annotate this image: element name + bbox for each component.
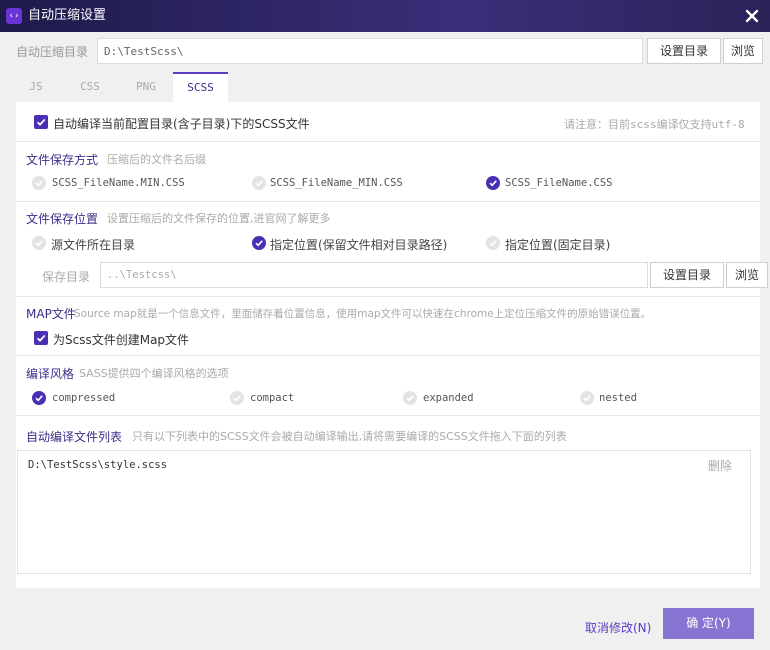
utf8-notice: 请注意：目前scss编译仅支持utf-8 bbox=[564, 118, 745, 131]
cancel-changes-button[interactable]: 取消修改(N) bbox=[585, 619, 651, 636]
style-nested-label[interactable]: nested bbox=[599, 392, 637, 404]
browse-save-dir-button[interactable]: 浏览 bbox=[726, 262, 768, 288]
tab-png[interactable]: PNG bbox=[124, 72, 168, 102]
auto-compile-checkbox[interactable] bbox=[34, 115, 48, 129]
delete-button[interactable]: 删除 bbox=[708, 457, 732, 474]
suffix-min-underscore-radio[interactable] bbox=[252, 176, 266, 190]
divider bbox=[16, 355, 760, 356]
auto-compile-label[interactable]: 自动编译当前配置目录(含子目录)下的SCSS文件 bbox=[53, 115, 310, 132]
style-expanded-radio[interactable] bbox=[403, 391, 417, 405]
style-compressed-radio[interactable] bbox=[32, 391, 46, 405]
window-title: 自动压缩设置 bbox=[28, 8, 107, 23]
suffix-min-dot-label[interactable]: SCSS_FileName.MIN.CSS bbox=[52, 177, 185, 189]
save-dir-input[interactable]: ..\Testcss\ bbox=[100, 262, 648, 288]
set-save-dir-button[interactable]: 设置目录 bbox=[650, 262, 724, 288]
scss-settings-panel: 自动编译当前配置目录(含子目录)下的SCSS文件 请注意：目前scss编译仅支持… bbox=[16, 102, 768, 588]
directory-input[interactable]: D:\TestScss\ bbox=[97, 38, 643, 64]
save-location-hint: 设置压缩后的文件保存的位置,进官网了解更多 bbox=[107, 212, 331, 225]
divider bbox=[16, 296, 760, 297]
location-fixed-label[interactable]: 指定位置(固定目录) bbox=[505, 236, 610, 253]
location-source-radio[interactable] bbox=[32, 236, 46, 250]
browse-button[interactable]: 浏览 bbox=[723, 38, 763, 64]
list-item[interactable]: D:\TestScss\style.scss bbox=[28, 459, 167, 471]
code-icon: ‹› bbox=[6, 8, 22, 24]
title-bar: ‹› 自动压缩设置 bbox=[0, 0, 770, 32]
ok-button[interactable]: 确 定(Y) bbox=[663, 608, 754, 639]
compile-style-title: 编译风格 bbox=[26, 367, 75, 381]
map-hint: Source map就是一个信息文件，里面储存着位置信息，使用map文件可以快速… bbox=[74, 308, 652, 320]
directory-row: 自动压缩目录 D:\TestScss\ 设置目录 浏览 bbox=[0, 32, 770, 70]
set-directory-button[interactable]: 设置目录 bbox=[647, 38, 721, 64]
map-title: MAP文件 bbox=[26, 307, 76, 321]
tab-bar: JS CSS PNG SCSS bbox=[0, 72, 770, 102]
create-map-checkbox[interactable] bbox=[34, 331, 48, 345]
suffix-plain-label[interactable]: SCSS_FileName.CSS bbox=[505, 177, 612, 189]
divider bbox=[16, 141, 760, 142]
compile-style-hint: SASS提供四个编译风格的选项 bbox=[79, 367, 229, 380]
suffix-plain-radio[interactable] bbox=[486, 176, 500, 190]
save-name-title: 文件保存方式 bbox=[26, 153, 99, 167]
save-name-hint: 压缩后的文件名后缀 bbox=[107, 153, 206, 166]
directory-label: 自动压缩目录 bbox=[16, 45, 89, 59]
location-source-label[interactable]: 源文件所在目录 bbox=[51, 236, 135, 253]
tab-css[interactable]: CSS bbox=[70, 72, 110, 102]
file-list[interactable]: D:\TestScss\style.scss 删除 bbox=[17, 450, 751, 574]
style-compact-label[interactable]: compact bbox=[250, 392, 294, 404]
style-compact-radio[interactable] bbox=[230, 391, 244, 405]
divider bbox=[16, 415, 760, 416]
file-list-title: 自动编译文件列表 bbox=[26, 430, 123, 444]
location-relative-label[interactable]: 指定位置(保留文件相对目录路径) bbox=[270, 236, 447, 253]
divider bbox=[16, 201, 760, 202]
tab-js[interactable]: JS bbox=[16, 72, 56, 102]
style-nested-radio[interactable] bbox=[580, 391, 594, 405]
style-expanded-label[interactable]: expanded bbox=[423, 392, 474, 404]
suffix-min-underscore-label[interactable]: SCSS_FileName_MIN.CSS bbox=[270, 177, 403, 189]
save-dir-label: 保存目录 bbox=[42, 270, 91, 284]
close-icon[interactable] bbox=[740, 4, 764, 28]
tab-scss[interactable]: SCSS bbox=[173, 72, 228, 102]
create-map-label[interactable]: 为Scss文件创建Map文件 bbox=[53, 331, 189, 348]
location-relative-radio[interactable] bbox=[252, 236, 266, 250]
suffix-min-dot-radio[interactable] bbox=[32, 176, 46, 190]
file-list-hint: 只有以下列表中的SCSS文件会被自动编译输出,请将需要编译的SCSS文件拖入下面… bbox=[132, 430, 567, 443]
save-location-title: 文件保存位置 bbox=[26, 212, 99, 226]
location-fixed-radio[interactable] bbox=[486, 236, 500, 250]
style-compressed-label[interactable]: compressed bbox=[52, 392, 115, 404]
